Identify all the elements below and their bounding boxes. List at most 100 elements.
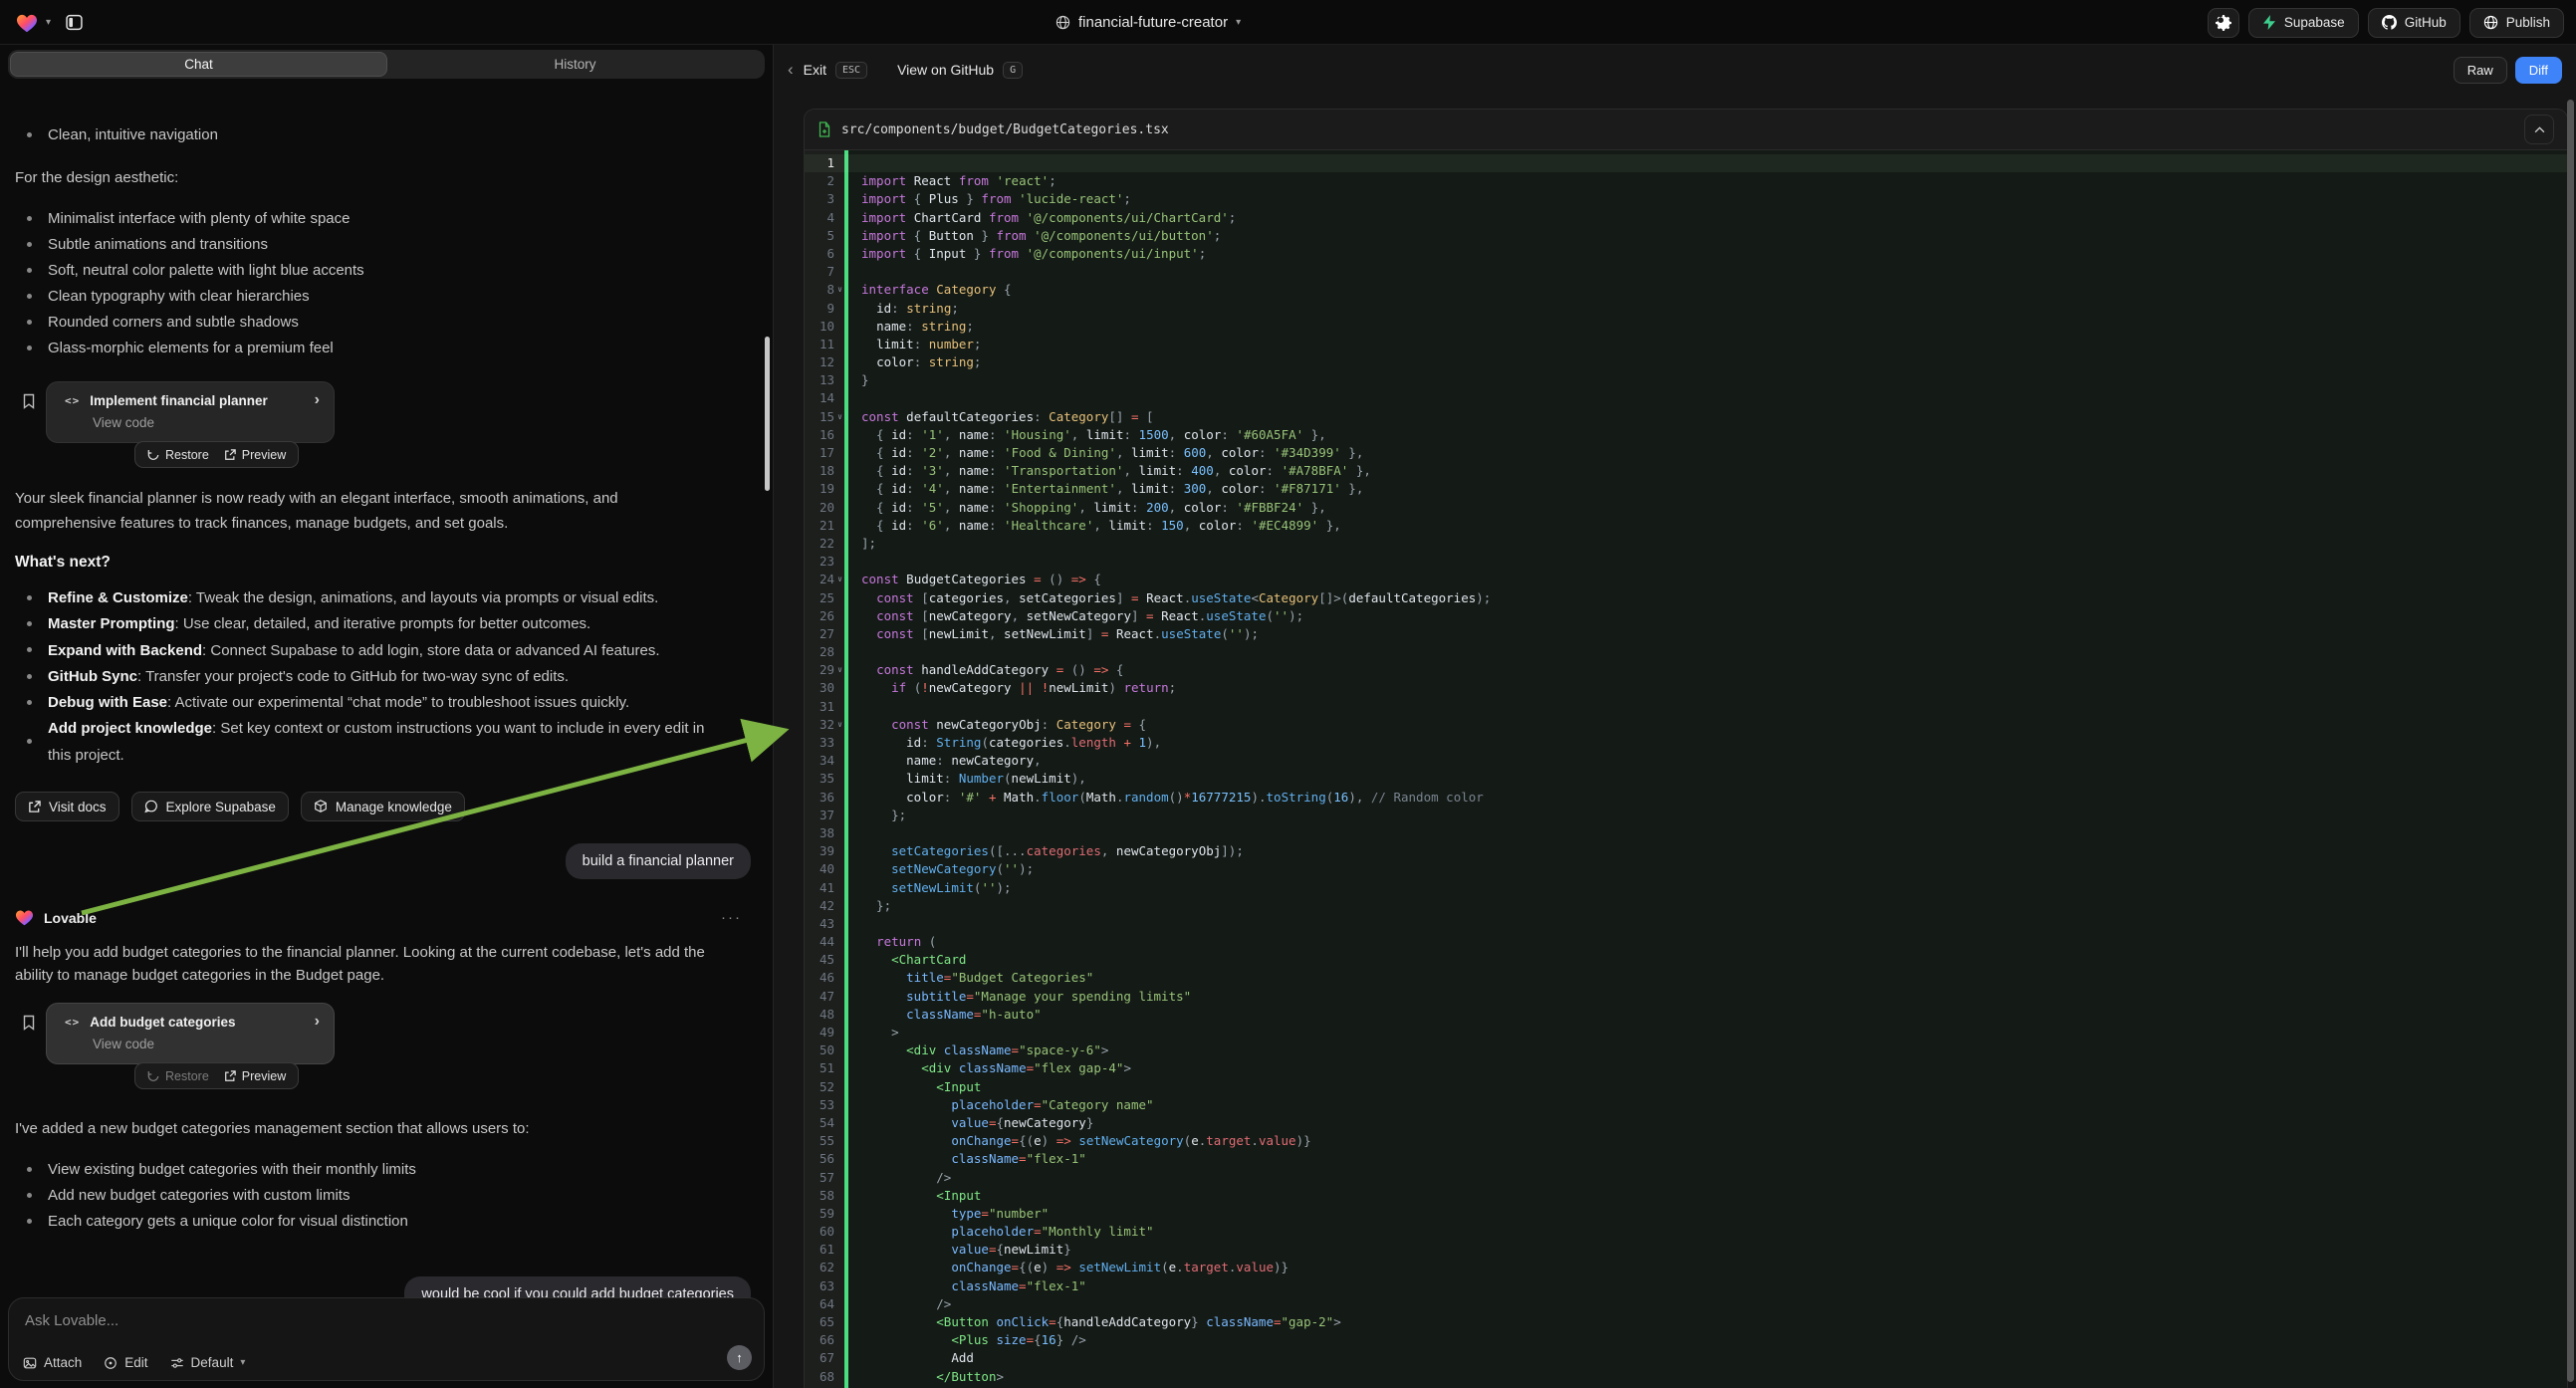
whats-next-item: GitHub Sync: Transfer your project's cod… (15, 664, 712, 690)
restore-preview-bar: Restore Preview (134, 1062, 299, 1089)
whats-next-heading: What's next? (15, 554, 111, 572)
fold-chevron-icon[interactable]: ∨ (835, 716, 844, 734)
code-line-8: 8∨interface Category { (805, 281, 2567, 299)
github-button[interactable]: GitHub (2368, 8, 2460, 38)
target-icon (104, 1356, 117, 1370)
chevron-right-icon: › (315, 1014, 320, 1030)
project-switcher[interactable]: financial-future-creator ▾ (1055, 0, 1241, 45)
view-on-github-button[interactable]: View on GitHub (897, 62, 994, 78)
code-line-7: 7 (805, 263, 2567, 281)
preview-button[interactable]: Preview (224, 1069, 286, 1083)
bookmark-icon[interactable] (22, 1015, 36, 1031)
code-line-23: 23 (805, 553, 2567, 571)
view-code-link[interactable]: View code (93, 415, 320, 430)
version-card-implement-financial-planner[interactable]: <> Implement financial planner › View co… (46, 381, 335, 443)
code-line-49: 49 > (805, 1024, 2567, 1041)
chevron-down-icon: ▾ (1236, 17, 1241, 28)
restore-button[interactable]: Restore (147, 448, 209, 462)
sidebar-toggle-icon[interactable] (59, 8, 89, 38)
code-line-27: 27 const [newLimit, setNewLimit] = React… (805, 625, 2567, 643)
code-line-67: 67 Add (805, 1349, 2567, 1367)
code-line-40: 40 setNewCategory(''); (805, 860, 2567, 878)
publish-button[interactable]: Publish (2469, 8, 2564, 38)
chat-input[interactable] (25, 1312, 622, 1329)
assistant-text: Your sleek financial planner is now read… (15, 486, 702, 536)
list-item: Clean, intuitive navigation (15, 122, 218, 148)
assistant-header: Lovable ··· (15, 909, 742, 926)
chat-scrollbar[interactable] (765, 337, 770, 491)
send-button[interactable]: ↑ (727, 1345, 752, 1370)
code-line-34: 34 name: newCategory, (805, 752, 2567, 770)
tab-chat[interactable]: Chat (10, 52, 387, 77)
edit-button[interactable]: Edit (104, 1355, 147, 1370)
project-name: financial-future-creator (1078, 14, 1228, 31)
assistant-text: I'll help you add budget categories to t… (15, 942, 734, 988)
code-line-35: 35 limit: Number(newLimit), (805, 770, 2567, 788)
view-code-link[interactable]: View code (93, 1037, 320, 1051)
code-line-15: 15∨const defaultCategories: Category[] =… (805, 408, 2567, 426)
code-line-10: 10 name: string; (805, 318, 2567, 336)
code-line-29: 29∨ const handleAddCategory = () => { (805, 661, 2567, 679)
code-line-46: 46 title="Budget Categories" (805, 969, 2567, 987)
design-bullet: Clean typography with clear hierarchies (15, 284, 364, 310)
added-bullet: Add new budget categories with custom li… (15, 1183, 416, 1209)
chevron-down-icon[interactable]: ▾ (46, 17, 51, 28)
preview-button[interactable]: Preview (224, 448, 286, 462)
mode-selector[interactable]: Default ▾ (170, 1355, 246, 1370)
code-line-21: 21 { id: '6', name: 'Healthcare', limit:… (805, 517, 2567, 535)
code-body[interactable]: 12import React from 'react';3import { Pl… (805, 150, 2567, 1388)
fold-chevron-icon[interactable]: ∨ (835, 281, 844, 299)
restore-button[interactable]: Restore (147, 1069, 209, 1083)
composer: Attach Edit Default ▾ ↑ (8, 1297, 765, 1381)
code-line-36: 36 color: '#' + Math.floor(Math.random()… (805, 789, 2567, 807)
version-card-title: Add budget categories (90, 1015, 235, 1030)
code-line-2: 2import React from 'react'; (805, 172, 2567, 190)
chevron-down-icon: ▾ (240, 1357, 245, 1368)
esc-key-badge: ESC (835, 62, 867, 79)
code-line-63: 63 className="flex-1" (805, 1277, 2567, 1295)
code-line-31: 31 (805, 698, 2567, 716)
bookmark-icon[interactable] (22, 393, 36, 409)
collapse-file-button[interactable] (2524, 115, 2554, 144)
file-header[interactable]: src/components/budget/BudgetCategories.t… (805, 110, 2567, 150)
raw-toggle-button[interactable]: Raw (2454, 57, 2507, 84)
file-added-icon (818, 121, 831, 137)
code-line-64: 64 /> (805, 1295, 2567, 1313)
code-line-52: 52 <Input (805, 1078, 2567, 1096)
explore-supabase-button[interactable]: Explore Supabase (131, 792, 289, 821)
supabase-button[interactable]: Supabase (2248, 8, 2359, 38)
fold-chevron-icon[interactable]: ∨ (835, 408, 844, 426)
manage-knowledge-button[interactable]: Manage knowledge (301, 792, 465, 821)
code-line-61: 61 value={newLimit} (805, 1241, 2567, 1259)
lovable-logo[interactable] (16, 13, 38, 33)
version-card-group: <> Add budget categories › View code Res… (0, 1003, 757, 1097)
topbar: ▾ financial-future-creator ▾ (0, 0, 2576, 45)
back-chevron-icon[interactable]: ‹ (788, 60, 794, 80)
code-line-4: 4import ChartCard from '@/components/ui/… (805, 209, 2567, 227)
code-line-32: 32∨ const newCategoryObj: Category = { (805, 716, 2567, 734)
quick-actions: Visit docs Explore Supabase Manage knowl… (15, 792, 465, 821)
code-scrollbar[interactable] (2567, 100, 2574, 1382)
code-line-43: 43 (805, 915, 2567, 933)
design-intro: For the design aesthetic: (15, 165, 178, 190)
attach-button[interactable]: Attach (23, 1355, 82, 1370)
external-link-icon (224, 449, 236, 461)
supabase-icon (2262, 15, 2276, 30)
diff-toggle-button[interactable]: Diff (2515, 57, 2562, 84)
visit-docs-button[interactable]: Visit docs (15, 792, 119, 821)
code-line-24: 24∨const BudgetCategories = () => { (805, 571, 2567, 588)
exit-button[interactable]: Exit (804, 62, 826, 78)
version-card-add-budget-categories[interactable]: <> Add budget categories › View code (46, 1003, 335, 1064)
code-line-20: 20 { id: '5', name: 'Shopping', limit: 2… (805, 499, 2567, 517)
code-line-58: 58 <Input (805, 1187, 2567, 1205)
code-icon: <> (65, 1016, 80, 1029)
fold-chevron-icon[interactable]: ∨ (835, 661, 844, 679)
restore-icon (147, 449, 159, 461)
settings-button[interactable] (2208, 8, 2239, 38)
fold-chevron-icon[interactable]: ∨ (835, 571, 844, 588)
user-message: build a financial planner (566, 843, 751, 879)
restore-preview-bar: Restore Preview (134, 441, 299, 468)
code-line-62: 62 onChange={(e) => setNewLimit(e.target… (805, 1259, 2567, 1276)
tab-history[interactable]: History (387, 52, 763, 77)
more-options-icon[interactable]: ··· (721, 909, 742, 926)
